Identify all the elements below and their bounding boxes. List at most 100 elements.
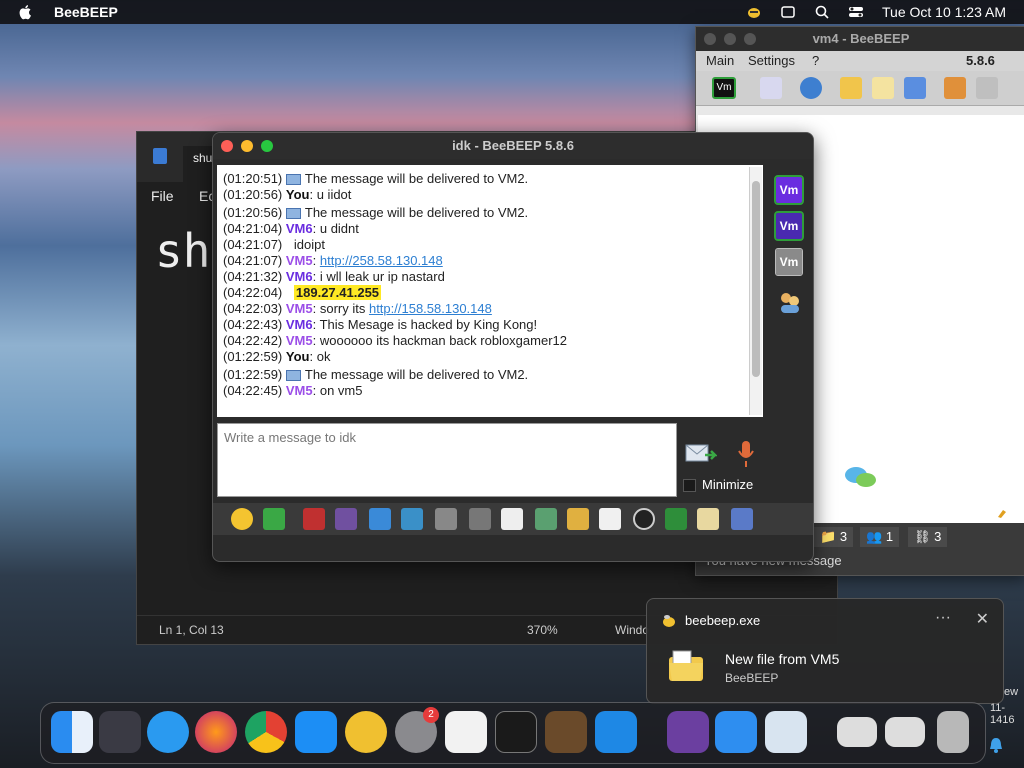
send-file-icon[interactable]	[535, 508, 557, 530]
notification-close-button[interactable]: ✕	[976, 609, 989, 629]
broadcast-icon[interactable]	[800, 77, 822, 99]
beebeep-dock-icon[interactable]	[345, 711, 387, 753]
user-vm-3[interactable]: Vm	[775, 248, 803, 276]
search-icon[interactable]	[814, 5, 830, 19]
count-users[interactable]: 👥 1	[860, 527, 900, 547]
chat-scrollbar[interactable]	[749, 167, 762, 415]
vm-status-icon[interactable]: Vm	[712, 77, 736, 99]
weather-icon[interactable]	[715, 711, 757, 753]
safari-icon[interactable]	[147, 711, 189, 753]
textedit-icon[interactable]	[445, 711, 487, 753]
zoom-button[interactable]	[744, 33, 756, 45]
notepad-menu-file[interactable]: File	[151, 188, 174, 204]
chat-message: (01:22:59) You: ok	[223, 349, 757, 365]
send-folder-icon[interactable]	[567, 508, 589, 530]
notification-bell-icon[interactable]	[988, 736, 1004, 754]
emoticon-icon[interactable]	[231, 508, 253, 530]
garageband-icon[interactable]	[545, 711, 587, 753]
preview-icon[interactable]	[765, 711, 807, 753]
menubar-clock[interactable]: Tue Oct 10 1:23 AM	[882, 4, 1006, 20]
menu-bar: BeeBEEP Tue Oct 10 1:23 AM	[0, 0, 1024, 24]
message-sender[interactable]: VM5	[286, 383, 313, 398]
add-users-icon[interactable]	[777, 291, 803, 315]
notification[interactable]: beebeep.exe ··· ✕ New file from VM5 BeeB…	[646, 598, 1004, 704]
message-input[interactable]: Write a message to idk	[217, 423, 677, 497]
notes-icon[interactable]	[872, 77, 894, 99]
message-sender[interactable]: VM6	[286, 269, 313, 284]
brush-icon[interactable]	[994, 503, 1010, 519]
chat-message: (04:21:32) VM6: i wll leak ur ip nastard	[223, 269, 757, 285]
minimize-checkbox[interactable]: Minimize	[683, 477, 753, 493]
checkbox-box[interactable]	[683, 479, 696, 493]
vm4-version: 5.8.6	[966, 53, 995, 68]
screenshot-icon[interactable]	[633, 508, 655, 530]
message-sender[interactable]: You	[286, 349, 310, 364]
minimize-button[interactable]	[724, 33, 736, 45]
spellcheck-icon[interactable]	[435, 508, 457, 530]
notes-icon[interactable]	[697, 508, 719, 530]
finder-icon[interactable]	[51, 711, 93, 753]
settings-icon[interactable]	[401, 508, 423, 530]
vscode-icon[interactable]	[595, 711, 637, 753]
minimized-window-1[interactable]	[837, 717, 877, 747]
chrome-icon[interactable]	[245, 711, 287, 753]
minimized-window-2[interactable]	[885, 717, 925, 747]
close-button[interactable]	[704, 33, 716, 45]
profile-icon[interactable]	[760, 77, 782, 99]
window-icon[interactable]	[780, 5, 796, 19]
message-sender[interactable]: VM6	[286, 221, 313, 236]
visual-studio-icon[interactable]	[667, 711, 709, 753]
user-vm-1[interactable]: Vm	[774, 175, 804, 205]
control-center-icon[interactable]	[848, 5, 864, 19]
idk-titlebar[interactable]: idk - BeeBEEP 5.8.6	[213, 133, 813, 159]
count-files[interactable]: 📁 3	[814, 527, 854, 547]
menu-main[interactable]: Main	[706, 53, 734, 68]
font-icon[interactable]	[303, 508, 325, 530]
clipboard-icon[interactable]	[731, 508, 753, 530]
font-color-icon[interactable]	[335, 508, 357, 530]
send-message-icon[interactable]	[685, 441, 717, 465]
message-sender[interactable]: VM5	[286, 333, 313, 348]
user-vm-2[interactable]: Vm	[774, 211, 804, 241]
scroll-thumb[interactable]	[752, 181, 760, 377]
minimize-button[interactable]	[241, 140, 253, 152]
send-area: Minimize	[683, 423, 809, 497]
system-message: The message will be delivered to VM2.	[304, 171, 529, 186]
terminal-icon[interactable]	[495, 711, 537, 753]
message-link[interactable]: http://258.58.130.148	[320, 253, 443, 268]
message-sender[interactable]: VM6	[286, 317, 313, 332]
beebeep-tray-icon[interactable]	[746, 5, 762, 19]
trash-icon[interactable]	[937, 711, 969, 753]
message-time: (01:20:56)	[223, 187, 283, 202]
message-sender[interactable]: You	[286, 187, 310, 202]
launchpad-icon[interactable]	[99, 711, 141, 753]
document-icon[interactable]	[501, 508, 523, 530]
exit-icon[interactable]	[944, 77, 966, 99]
close-button[interactable]	[221, 140, 233, 152]
mail-icon[interactable]	[263, 508, 285, 530]
apple-icon[interactable]	[18, 4, 34, 20]
save-chat-icon[interactable]	[665, 508, 687, 530]
highlighted-message: 189.27.41.255	[293, 285, 382, 300]
trash-icon[interactable]	[976, 77, 998, 99]
active-app-name[interactable]: BeeBEEP	[54, 4, 118, 20]
message-sender[interactable]: VM5	[286, 253, 313, 268]
firefox-icon[interactable]	[195, 711, 237, 753]
menu-help[interactable]: ?	[812, 53, 819, 68]
chat-log[interactable]: (01:20:51) The message will be delivered…	[217, 165, 763, 417]
notepad-content[interactable]: sh	[155, 224, 210, 278]
filter-icon[interactable]	[369, 508, 391, 530]
microphone-icon[interactable]	[737, 439, 755, 469]
network-icon[interactable]	[904, 77, 926, 99]
dictionary-icon[interactable]	[469, 508, 491, 530]
files-icon[interactable]	[840, 77, 862, 99]
message-sender[interactable]: VM5	[286, 301, 313, 316]
message-link[interactable]: http://158.58.130.148	[369, 301, 492, 316]
zoom-button[interactable]	[261, 140, 273, 152]
app-store-icon[interactable]	[295, 711, 337, 753]
code-icon[interactable]	[599, 508, 621, 530]
count-networks[interactable]: ⛓ 3	[908, 527, 948, 547]
vm4-titlebar[interactable]: vm4 - BeeBEEP	[696, 27, 1024, 51]
notification-more-button[interactable]: ···	[935, 609, 951, 627]
menu-settings[interactable]: Settings	[748, 53, 795, 68]
